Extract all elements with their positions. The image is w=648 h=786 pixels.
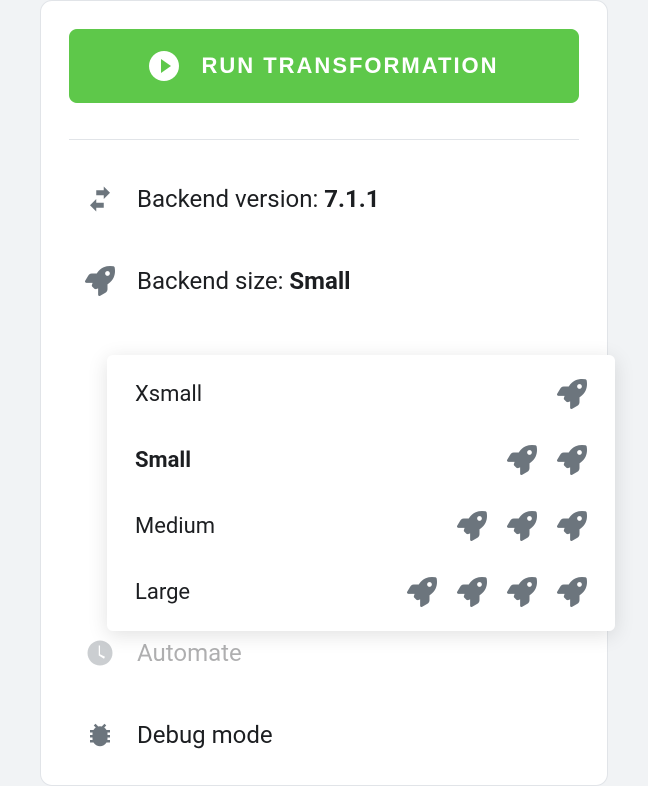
divider: [69, 139, 579, 140]
rocket-icon: [557, 445, 587, 475]
backend-version-text: Backend version: 7.1.1: [137, 185, 379, 213]
rocket-icon: [507, 511, 537, 541]
run-transformation-button[interactable]: RUN TRANSFORMATION: [69, 29, 579, 103]
automate-label: Automate: [137, 639, 242, 667]
size-option-xsmall[interactable]: Xsmall: [107, 361, 615, 427]
size-option-label: Xsmall: [135, 382, 202, 407]
rocket-icon: [557, 511, 587, 541]
debug-mode-row[interactable]: Debug mode: [69, 720, 579, 750]
size-option-rockets: [457, 511, 587, 541]
rocket-icon: [557, 379, 587, 409]
rocket-icon: [457, 577, 487, 607]
size-option-large[interactable]: Large: [107, 559, 615, 625]
backend-size-text: Backend size: Small: [137, 267, 351, 295]
backend-size-row[interactable]: Backend size: Small: [69, 266, 579, 296]
debug-mode-label: Debug mode: [137, 721, 273, 749]
backend-size-dropdown: Xsmall Small Medium Large: [107, 355, 615, 631]
swap-arrows-icon: [83, 184, 117, 214]
rocket-icon: [407, 577, 437, 607]
clock-icon: [83, 638, 117, 668]
run-button-label: RUN TRANSFORMATION: [201, 53, 498, 79]
rocket-icon: [557, 577, 587, 607]
size-option-small[interactable]: Small: [107, 427, 615, 493]
size-option-medium[interactable]: Medium: [107, 493, 615, 559]
size-option-label: Large: [135, 580, 190, 605]
panel-card: RUN TRANSFORMATION Backend version: 7.1.…: [40, 0, 608, 786]
size-option-rockets: [507, 445, 587, 475]
play-icon: [149, 51, 179, 81]
rocket-icon: [507, 577, 537, 607]
size-option-rockets: [557, 379, 587, 409]
backend-version-row[interactable]: Backend version: 7.1.1: [69, 184, 579, 214]
size-option-rockets: [407, 577, 587, 607]
rocket-icon: [507, 445, 537, 475]
rocket-icon: [83, 266, 117, 296]
size-option-label: Medium: [135, 514, 215, 539]
bug-icon: [83, 720, 117, 750]
rocket-icon: [457, 511, 487, 541]
automate-row[interactable]: Automate: [69, 638, 579, 668]
size-option-label: Small: [135, 448, 191, 473]
